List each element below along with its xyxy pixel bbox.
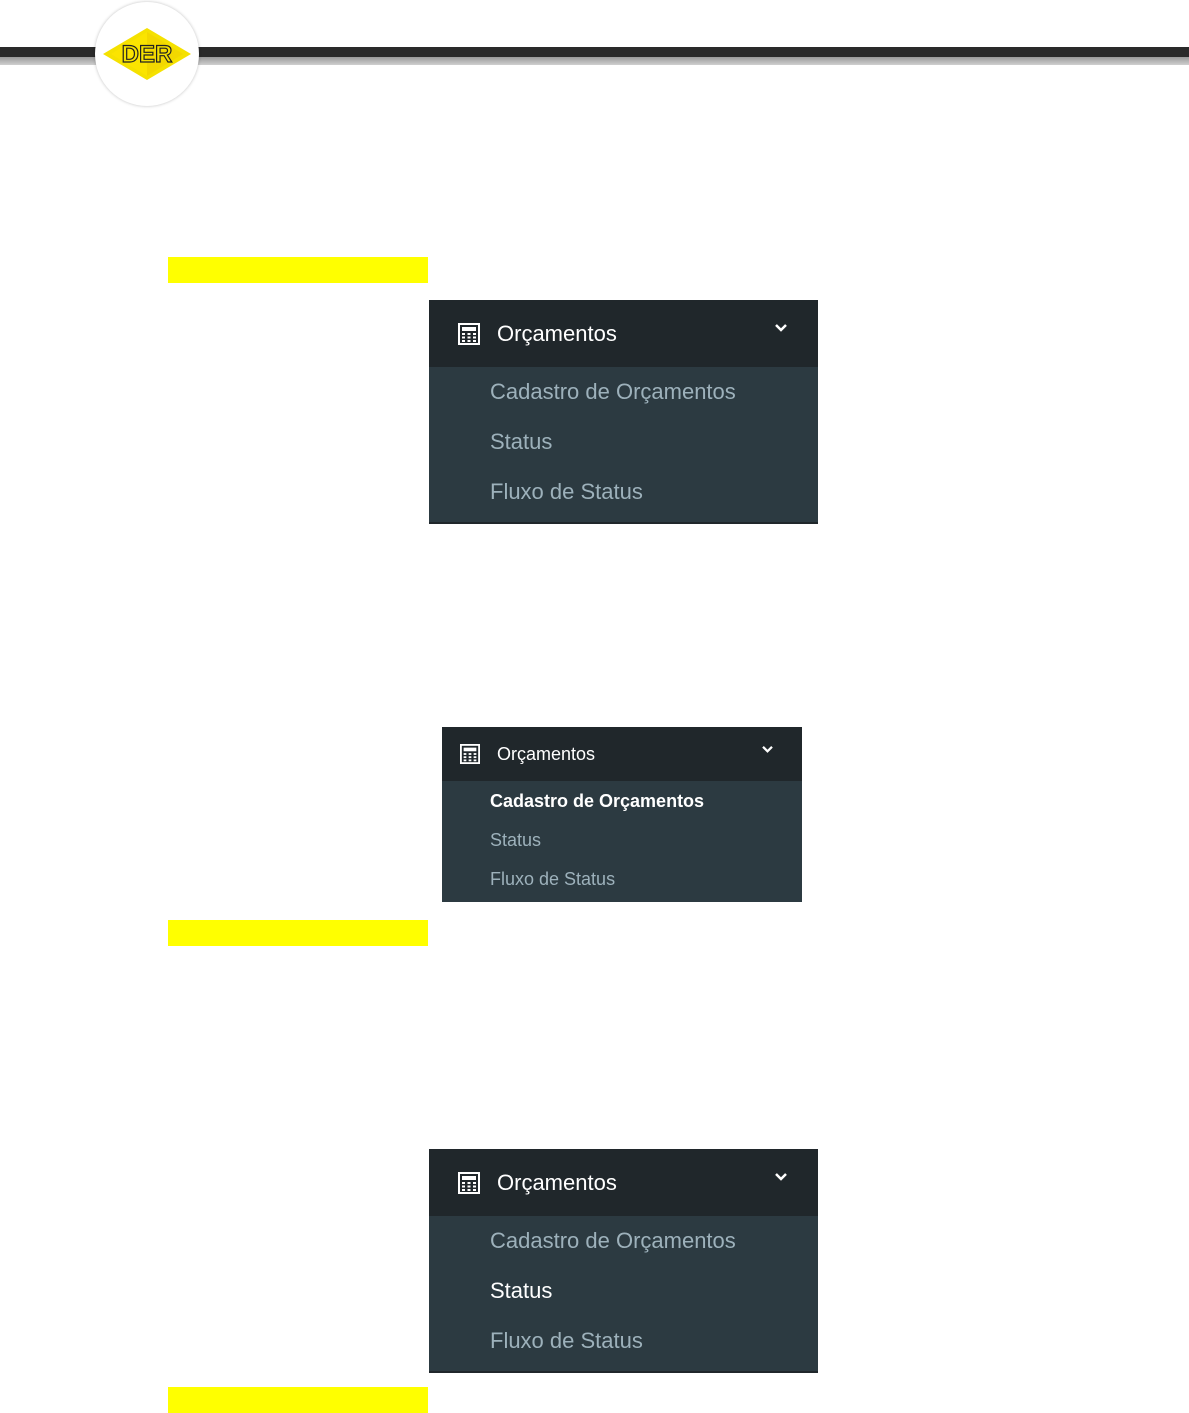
der-logo-mark: DER xyxy=(103,28,191,80)
calculator-icon xyxy=(458,322,480,345)
menu-item-status[interactable]: Status xyxy=(490,830,541,851)
menu-item-status[interactable]: Status xyxy=(490,1278,552,1304)
menu-header-orcamentos[interactable]: Orçamentos xyxy=(429,1149,818,1216)
menu-item-cadastro-de-orcamentos[interactable]: Cadastro de Orçamentos xyxy=(490,1228,736,1254)
chevron-down-icon[interactable] xyxy=(774,323,788,333)
menu-item-cadastro-de-orcamentos[interactable]: Cadastro de Orçamentos xyxy=(490,379,736,405)
orcamentos-menu: Orçamentos Cadastro de Orçamentos Status… xyxy=(442,727,802,902)
menu-item-fluxo-de-status[interactable]: Fluxo de Status xyxy=(490,1328,643,1354)
highlight-bar xyxy=(168,257,428,283)
calculator-icon xyxy=(460,744,480,764)
svg-text:DER: DER xyxy=(122,41,173,68)
calculator-icon xyxy=(458,1171,480,1194)
highlight-bar xyxy=(168,920,428,946)
menu-item-fluxo-de-status[interactable]: Fluxo de Status xyxy=(490,479,643,505)
menu-title: Orçamentos xyxy=(497,1169,617,1195)
chevron-down-icon[interactable] xyxy=(774,1172,788,1182)
highlight-bar xyxy=(168,1387,428,1413)
menu-item-fluxo-de-status[interactable]: Fluxo de Status xyxy=(490,869,615,890)
der-logo: DER xyxy=(95,2,199,106)
menu-title: Orçamentos xyxy=(497,320,617,346)
menu-header-orcamentos[interactable]: Orçamentos xyxy=(429,300,818,367)
menu-header-orcamentos[interactable]: Orçamentos xyxy=(442,727,802,781)
menu-title: Orçamentos xyxy=(497,743,596,764)
menu-item-status[interactable]: Status xyxy=(490,429,552,455)
orcamentos-menu: Orçamentos Cadastro de Orçamentos Status… xyxy=(429,1149,818,1373)
menu-item-cadastro-de-orcamentos[interactable]: Cadastro de Orçamentos xyxy=(490,791,704,812)
orcamentos-menu: Orçamentos Cadastro de Orçamentos Status… xyxy=(429,300,818,524)
chevron-down-icon[interactable] xyxy=(761,745,774,754)
